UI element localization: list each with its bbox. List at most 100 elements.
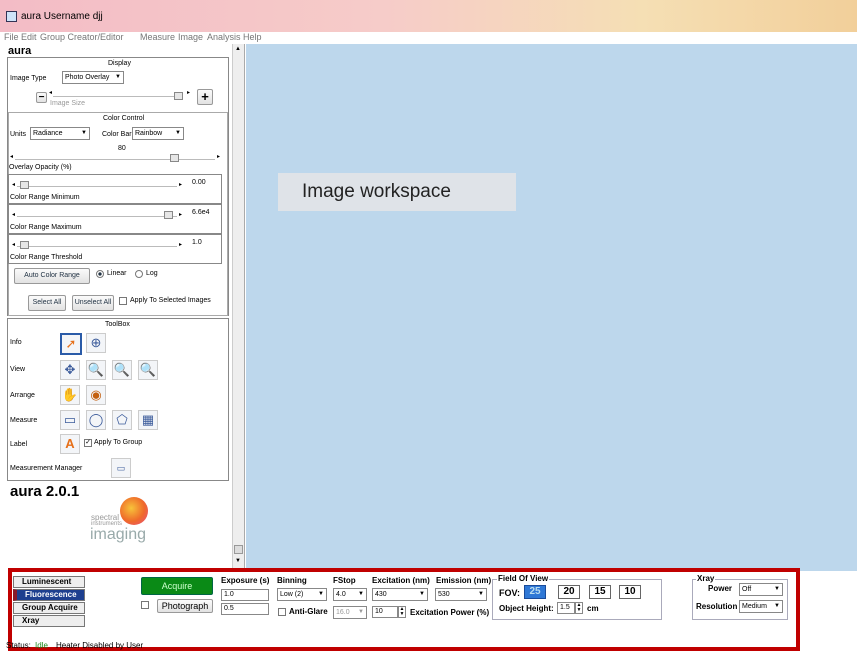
menu-bar <box>0 32 857 44</box>
ruler-icon[interactable]: ▭ <box>111 458 131 478</box>
antiglare-label: Anti-Glare <box>289 607 328 616</box>
fov-title: Field Of View <box>497 574 550 583</box>
grid-roi-icon[interactable]: ▦ <box>138 410 158 430</box>
cr-min-value[interactable]: 0.00 <box>192 179 206 186</box>
menu-file[interactable]: File <box>4 32 19 43</box>
nav-luminescent[interactable]: Luminescent <box>13 576 85 588</box>
eye-icon[interactable]: ◉ <box>86 385 106 405</box>
scroll-up-icon[interactable]: ▲ <box>235 46 241 52</box>
freehand-roi-icon[interactable]: ⬠ <box>112 410 132 430</box>
acquire-button[interactable]: Acquire <box>141 577 213 595</box>
menu-analysis[interactable]: Analysis <box>207 32 241 43</box>
xray-title: Xray <box>696 574 716 583</box>
nav-fluorescence[interactable]: Fluorescence <box>13 589 85 601</box>
zoom-in-icon[interactable]: 🔍 <box>86 360 106 380</box>
cr-max-label: Color Range Maximum <box>10 224 82 231</box>
rectangle-roi-icon[interactable]: ▭ <box>60 410 80 430</box>
image-size-left-arrow-icon[interactable]: ◂ <box>49 89 52 96</box>
hand-icon[interactable]: ✋ <box>60 385 80 405</box>
menu-group-creator[interactable]: Group Creator/Editor <box>40 32 124 43</box>
opacity-left-arrow-icon[interactable]: ◂ <box>10 153 13 160</box>
image-size-slider[interactable] <box>53 96 183 97</box>
menu-help[interactable]: Help <box>243 32 262 43</box>
emission-select[interactable]: 530 <box>435 588 487 601</box>
color-bar-select[interactable]: Rainbow <box>132 127 184 140</box>
cr-thr-right-arrow-icon[interactable]: ▸ <box>179 241 182 248</box>
linear-label: Linear <box>107 270 127 277</box>
fstop-select[interactable]: 4.0 <box>333 588 367 601</box>
exposure-input-2[interactable]: 0.5 <box>221 603 269 615</box>
zoom-fit-icon[interactable]: 🔍 <box>138 360 158 380</box>
measurement-manager-label: Measurement Manager <box>10 465 83 472</box>
image-size-minus-button[interactable]: − <box>36 92 47 103</box>
scroll-thumb[interactable] <box>234 545 243 554</box>
cr-min-right-arrow-icon[interactable]: ▸ <box>179 181 182 188</box>
menu-measure[interactable]: Measure <box>140 32 175 43</box>
exposure-label: Exposure (s) <box>221 576 270 585</box>
image-size-right-arrow-icon[interactable]: ▸ <box>187 89 190 96</box>
status-label: Status: <box>6 641 31 650</box>
unselect-all-button[interactable]: Unselect All <box>72 295 114 311</box>
excitation-power-input[interactable]: 10 <box>372 606 398 618</box>
excitation-power-spinner-icon[interactable]: ▲ ▼ <box>398 606 406 618</box>
resolution-select[interactable]: Medium <box>739 600 783 613</box>
opacity-slider[interactable] <box>15 159 215 160</box>
excitation-select[interactable]: 430 <box>372 588 428 601</box>
cr-min-slider[interactable] <box>17 186 177 187</box>
exposure-input-1[interactable]: 1.0 <box>221 589 269 601</box>
select-all-button[interactable]: Select All <box>28 295 66 311</box>
text-label-icon[interactable]: A <box>60 434 80 454</box>
nav-group-acquire[interactable]: Group Acquire <box>13 602 85 614</box>
crosshair-icon[interactable]: ⊕ <box>86 333 106 353</box>
cr-max-value[interactable]: 6.6e4 <box>192 209 210 216</box>
workspace-label: Image workspace <box>278 173 516 211</box>
menu-edit[interactable]: Edit <box>21 32 37 43</box>
pan-icon[interactable]: ✥ <box>60 360 80 380</box>
cr-max-slider-thumb[interactable] <box>164 211 173 219</box>
object-height-input[interactable]: 1.5 <box>557 602 575 614</box>
power-label: Power <box>708 584 733 593</box>
apply-group-checkbox[interactable]: ✓ <box>84 439 92 447</box>
log-radio[interactable] <box>135 270 143 278</box>
antiglare-checkbox[interactable] <box>278 608 286 616</box>
cr-thr-value[interactable]: 1.0 <box>192 239 202 246</box>
cr-min-left-arrow-icon[interactable]: ◂ <box>12 181 15 188</box>
apply-selected-checkbox[interactable] <box>119 297 127 305</box>
left-panel-scrollbar[interactable] <box>232 44 244 571</box>
cr-max-right-arrow-icon[interactable]: ▸ <box>179 211 182 218</box>
units-select[interactable]: Radiance <box>30 127 90 140</box>
photograph-checkbox[interactable] <box>141 601 149 609</box>
fov-20-button[interactable]: 20 <box>558 585 580 599</box>
menu-image[interactable]: Image <box>178 32 203 43</box>
cr-max-slider[interactable] <box>17 216 177 217</box>
opacity-slider-thumb[interactable] <box>170 154 179 162</box>
image-workspace[interactable] <box>246 44 857 571</box>
auto-color-range-button[interactable]: Auto Color Range <box>14 268 90 284</box>
ellipse-roi-icon[interactable]: ◯ <box>86 410 106 430</box>
fov-10-button[interactable]: 10 <box>619 585 641 599</box>
object-height-spinner-icon[interactable]: ▲ ▼ <box>575 602 583 614</box>
zoom-out-icon[interactable]: 🔍 <box>112 360 132 380</box>
image-type-select[interactable]: Photo Overlay <box>62 71 124 84</box>
image-size-slider-thumb[interactable] <box>174 92 183 100</box>
image-size-label: Image Size <box>50 100 86 107</box>
cr-thr-left-arrow-icon[interactable]: ◂ <box>12 241 15 248</box>
binning-select[interactable]: Low (2) <box>277 588 327 601</box>
photograph-button[interactable]: Photograph <box>157 599 213 613</box>
nav-xray[interactable]: Xray <box>13 615 85 627</box>
cr-max-left-arrow-icon[interactable]: ◂ <box>12 211 15 218</box>
power-select[interactable]: Off <box>739 583 783 596</box>
view-label: View <box>10 366 26 373</box>
scroll-down-icon[interactable]: ▼ <box>235 558 241 564</box>
fov-25-button[interactable]: 25 <box>524 585 546 599</box>
cr-thr-slider[interactable] <box>17 246 177 247</box>
linear-radio[interactable] <box>96 270 104 278</box>
fstop-select-2[interactable]: 16.0 <box>333 606 367 619</box>
fov-15-button[interactable]: 15 <box>589 585 611 599</box>
opacity-right-arrow-icon[interactable]: ▸ <box>217 153 220 160</box>
image-type-label: Image Type <box>10 75 47 82</box>
image-size-plus-button[interactable]: + <box>197 89 213 105</box>
cr-min-slider-thumb[interactable] <box>20 181 29 189</box>
pointer-icon[interactable]: ➚ <box>60 333 82 355</box>
cr-thr-slider-thumb[interactable] <box>20 241 29 249</box>
